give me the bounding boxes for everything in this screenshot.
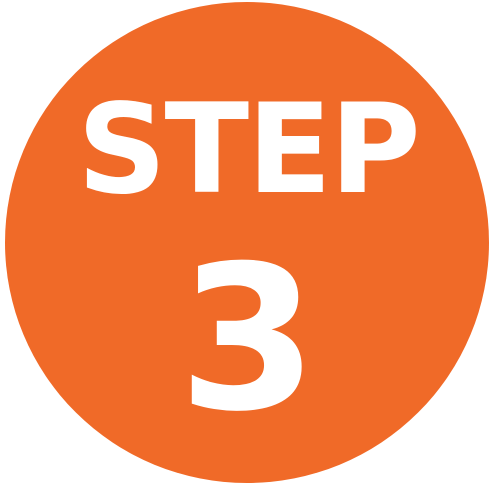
step-label: STEP — [77, 78, 420, 222]
step-badge-graphic: STEP 3 — [0, 0, 496, 487]
step-number: 3 — [178, 223, 318, 456]
